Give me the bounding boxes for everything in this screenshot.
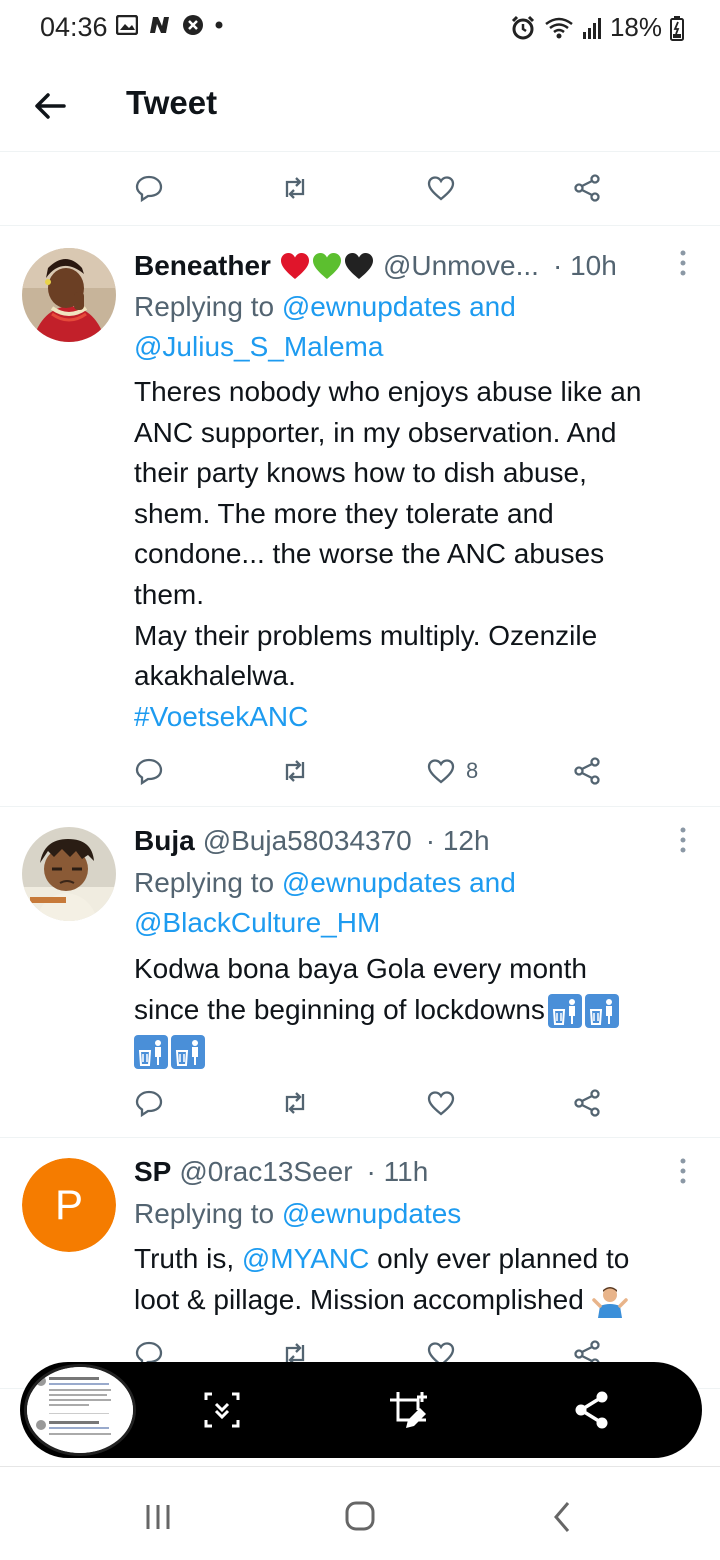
heart-outline-icon	[427, 1091, 455, 1116]
reply-button[interactable]	[134, 751, 164, 791]
litter-in-bin-emoji	[584, 994, 619, 1029]
share-nodes-icon	[574, 1089, 600, 1117]
more-options-icon[interactable]	[676, 825, 690, 859]
tweet-time: · 12h	[425, 825, 490, 856]
like-count: 8	[466, 758, 479, 783]
recent-apps-icon[interactable]	[138, 1499, 178, 1535]
back-arrow-icon[interactable]	[26, 82, 74, 130]
retweet-button[interactable]	[280, 168, 310, 208]
display-name[interactable]: Buja	[134, 825, 195, 857]
tweet-text: Truth is, @MYANC only ever planned to lo…	[134, 1239, 704, 1320]
retweet-icon	[285, 177, 305, 199]
display-name[interactable]: Beneather	[134, 250, 271, 282]
app-header: Tweet	[0, 60, 720, 152]
battery-icon	[670, 15, 684, 41]
reply-button[interactable]	[134, 168, 164, 208]
system-nav-bar	[0, 1466, 720, 1560]
tweet-actions	[0, 1083, 720, 1133]
litter-in-bin-emoji	[547, 994, 582, 1029]
share-nodes-icon	[574, 174, 600, 202]
retweet-icon	[285, 1092, 305, 1114]
retweet-icon	[285, 760, 305, 782]
user-handle[interactable]: @Buja58034370	[203, 825, 412, 857]
replying-to: Replying to @ewnupdates and @BlackCultur…	[134, 863, 694, 943]
signal-icon	[582, 17, 601, 39]
litter-in-bin-emoji	[171, 1034, 205, 1069]
man-shrugging-emoji	[591, 1287, 628, 1319]
tweet-card[interactable]: P SP @0rac13Seer · 11h Replying to @ewnu…	[0, 1138, 720, 1388]
tweet-text: Theres nobody who enjoys abuse like an A…	[134, 372, 704, 737]
tweet-time: · 11h	[366, 1156, 429, 1187]
red-heart-emoji	[280, 253, 309, 279]
hashtag-link[interactable]: #VoetsekANC	[134, 697, 704, 738]
reply-button[interactable]	[134, 1083, 164, 1123]
heart-outline-icon	[427, 176, 455, 201]
mention-link[interactable]: @ewnupdates and	[282, 867, 516, 898]
mention-link[interactable]: @MYANC	[242, 1243, 369, 1274]
screenshot-thumbnail[interactable]	[24, 1364, 136, 1456]
retweet-button[interactable]	[280, 751, 310, 791]
avatar[interactable]: P	[22, 1158, 116, 1252]
home-icon[interactable]	[340, 1499, 380, 1535]
share-button[interactable]	[572, 751, 602, 791]
blocked-icon	[183, 15, 203, 35]
mention-link[interactable]: @ewnupdates	[282, 1198, 461, 1229]
heart-outline-icon	[427, 759, 455, 784]
retweet-button[interactable]	[280, 1083, 310, 1123]
avatar[interactable]	[22, 248, 116, 342]
tweet-card[interactable]: Buja @Buja58034370 · 12h Replying to @ew…	[0, 807, 720, 1137]
more-options-icon[interactable]	[676, 248, 690, 282]
tweet-text: Kodwa bona baya Gola every month since t…	[134, 949, 704, 1071]
share-icon[interactable]	[570, 1388, 614, 1432]
replying-to: Replying to @ewnupdates	[134, 1198, 462, 1229]
gallery-icon	[116, 15, 138, 35]
alarm-icon	[511, 15, 535, 39]
share-button[interactable]	[572, 168, 602, 208]
dot-icon	[215, 21, 223, 29]
litter-in-bin-emoji	[134, 1034, 168, 1069]
n-app-icon	[150, 17, 169, 33]
display-name[interactable]: SP	[134, 1156, 171, 1188]
like-button[interactable]	[426, 168, 456, 208]
like-button[interactable]	[426, 1083, 456, 1123]
tweet-actions: 8	[0, 751, 720, 801]
more-options-icon[interactable]	[676, 1156, 690, 1190]
green-heart-emoji	[312, 253, 341, 279]
avatar[interactable]	[22, 827, 116, 921]
share-button[interactable]	[572, 1083, 602, 1123]
mention-link[interactable]: @Julius_S_Malema	[134, 327, 694, 367]
tweet-time: · 10h	[552, 250, 617, 281]
tweet-card[interactable]: Beneather @Unmove... · 10h Replying to @…	[0, 226, 720, 806]
scroll-capture-icon[interactable]	[200, 1388, 244, 1432]
user-handle[interactable]: @0rac13Seer	[179, 1156, 352, 1188]
tweet-actions	[0, 168, 720, 218]
reply-icon	[135, 758, 163, 786]
crop-edit-icon[interactable]	[386, 1388, 430, 1432]
mention-link[interactable]: @BlackCulture_HM	[134, 903, 694, 943]
share-nodes-icon	[574, 757, 600, 785]
screenshot-toolbar	[20, 1362, 702, 1458]
battery-percent: 18%	[609, 12, 662, 42]
reply-icon	[135, 175, 163, 203]
reply-icon	[135, 1090, 163, 1118]
user-handle[interactable]: @Unmove...	[383, 250, 539, 282]
page-title: Tweet	[126, 84, 218, 121]
back-icon[interactable]	[542, 1499, 582, 1535]
avatar-letter: P	[54, 1181, 83, 1228]
like-button[interactable]: 8	[426, 751, 478, 791]
status-bar: 04:36 18%	[0, 0, 720, 60]
replying-to: Replying to @ewnupdates and @Julius_S_Ma…	[134, 287, 694, 367]
black-heart-emoji	[344, 253, 373, 279]
mention-link[interactable]: @ewnupdates and	[282, 291, 516, 322]
status-time: 04:36	[40, 12, 108, 42]
wifi-icon	[545, 17, 573, 38]
